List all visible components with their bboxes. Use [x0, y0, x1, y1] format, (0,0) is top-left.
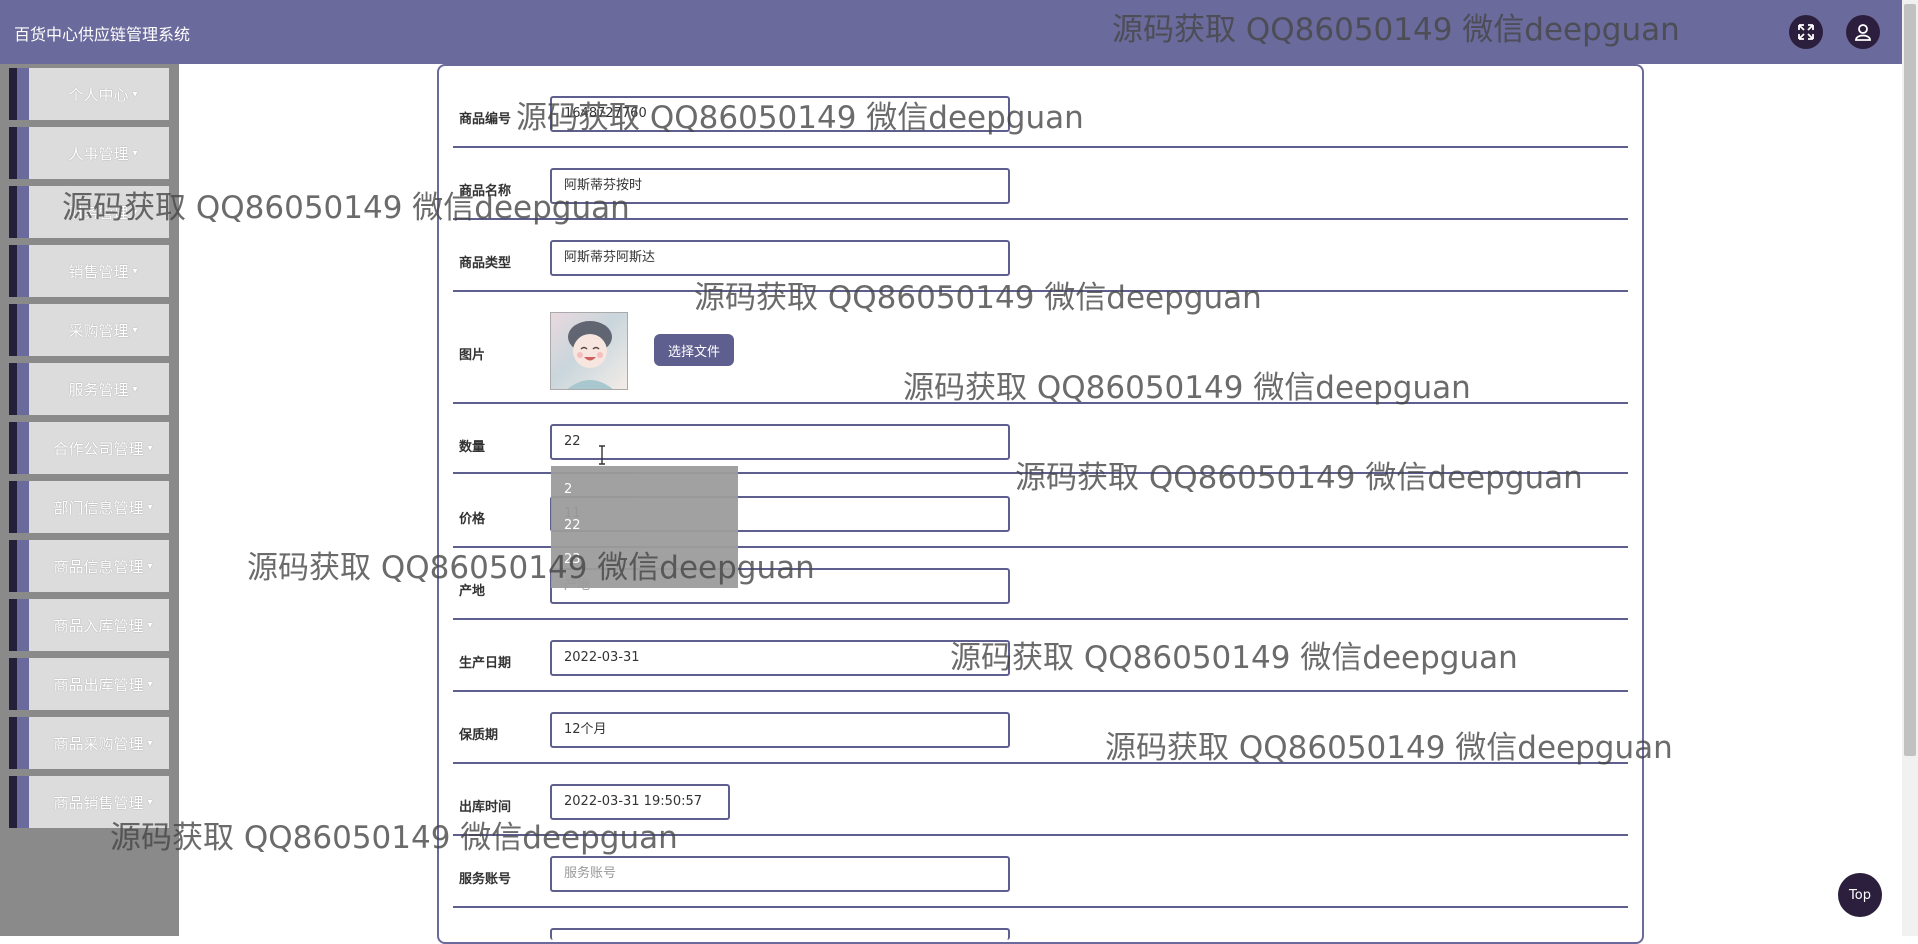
choose-file-button[interactable]: 选择文件	[654, 334, 734, 366]
sidebar-item-label: 商品销售管理	[53, 793, 144, 812]
autocomplete-option[interactable]: 22	[564, 518, 581, 533]
sidebar-item-label: 人事管理	[68, 144, 129, 163]
sidebar-item-sales[interactable]: 销售管理 ▾	[9, 245, 169, 297]
page-scrollbar[interactable]	[1902, 0, 1918, 936]
quantity-input[interactable]: 22	[550, 424, 1010, 460]
caret-down-icon: ▾	[132, 265, 138, 277]
field-label: 出库时间	[459, 800, 512, 815]
sidebar-item-label: 财务管理	[68, 203, 129, 222]
sidebar-item-product-inbound[interactable]: 商品入库管理 ▾	[9, 599, 169, 651]
sidebar-item-department[interactable]: 部门信息管理 ▾	[9, 481, 169, 533]
text-cursor-icon	[599, 445, 605, 465]
field-label: 保质期	[459, 728, 499, 743]
user-icon[interactable]	[1846, 15, 1880, 49]
caret-down-icon: ▾	[132, 383, 138, 395]
sidebar-item-product-info[interactable]: 商品信息管理 ▾	[9, 540, 169, 592]
product-image-thumbnail	[550, 312, 628, 390]
caret-down-icon: ▾	[132, 324, 138, 336]
sidebar-item-personal-center[interactable]: 个人中心 ▾	[9, 68, 169, 120]
sidebar-item-label: 合作公司管理	[53, 439, 144, 458]
sidebar-item-purchase[interactable]: 采购管理 ▾	[9, 304, 169, 356]
caret-down-icon: ▾	[147, 737, 153, 749]
outbound-time-input[interactable]: 2022-03-31 19:50:57	[550, 784, 730, 820]
next-field-input[interactable]	[550, 928, 1010, 940]
field-label: 图片	[459, 348, 486, 363]
field-label: 服务账号	[459, 872, 512, 887]
caret-down-icon: ▾	[132, 147, 138, 159]
top-header: 百货中心供应链管理系统	[0, 0, 1902, 64]
sidebar-item-partner[interactable]: 合作公司管理 ▾	[9, 422, 169, 474]
form-row-production-date: 生产日期 2022-03-31	[453, 640, 1628, 692]
form-row-shelf-life: 保质期 12个月	[453, 712, 1628, 764]
sidebar-item-finance[interactable]: 财务管理 ▾	[9, 186, 169, 238]
form-row-product-type: 商品类型 阿斯蒂芬阿斯达	[453, 240, 1628, 292]
sidebar: 个人中心 ▾ 人事管理 ▾ 财务管理 ▾ 销售管理 ▾ 采购管理 ▾ 服务管理 ▾ 合作公司…	[0, 64, 179, 936]
sidebar-item-hr[interactable]: 人事管理 ▾	[9, 127, 169, 179]
autocomplete-dropdown: 2 22 23	[551, 466, 738, 588]
back-to-top-button[interactable]: Top	[1838, 873, 1882, 917]
product-type-input[interactable]: 阿斯蒂芬阿斯达	[550, 240, 1010, 276]
caret-down-icon: ▾	[147, 442, 153, 454]
sidebar-item-label: 商品入库管理	[53, 616, 144, 635]
field-label: 商品名称	[459, 184, 512, 199]
sidebar-item-label: 商品采购管理	[53, 734, 144, 753]
sidebar-item-label: 个人中心	[68, 85, 129, 104]
field-label: 数量	[459, 440, 486, 455]
product-code-input[interactable]: 1648727760	[550, 96, 1010, 132]
autocomplete-option[interactable]: 23	[564, 552, 581, 567]
caret-down-icon: ▾	[147, 501, 153, 513]
sidebar-item-product-outbound[interactable]: 商品出库管理 ▾	[9, 658, 169, 710]
sidebar-item-label: 销售管理	[68, 262, 129, 281]
field-label: 生产日期	[459, 656, 512, 671]
sidebar-item-label: 采购管理	[68, 321, 129, 340]
service-account-input[interactable]: 服务账号	[550, 856, 1010, 892]
form-row-service-account: 服务账号 服务账号	[453, 856, 1628, 908]
sidebar-item-product-purchase[interactable]: 商品采购管理 ▾	[9, 717, 169, 769]
sidebar-item-label: 服务管理	[68, 380, 129, 399]
caret-down-icon: ▾	[147, 560, 153, 572]
caret-down-icon: ▾	[147, 796, 153, 808]
autocomplete-option[interactable]: 2	[564, 482, 572, 497]
field-label: 商品编号	[459, 112, 512, 127]
fullscreen-icon[interactable]	[1789, 15, 1823, 49]
caret-down-icon: ▾	[132, 206, 138, 218]
product-name-input[interactable]: 阿斯蒂芬按时	[550, 168, 1010, 204]
shelf-life-input[interactable]: 12个月	[550, 712, 1010, 748]
scrollbar-thumb[interactable]	[1904, 4, 1916, 756]
form-row-image: 图片 选择文件	[453, 312, 1628, 404]
field-label: 价格	[459, 512, 486, 527]
form-row-product-code: 商品编号 1648727760	[453, 96, 1628, 148]
sidebar-item-service[interactable]: 服务管理 ▾	[9, 363, 169, 415]
caret-down-icon: ▾	[147, 619, 153, 631]
form-row-outbound-time: 出库时间 2022-03-31 19:50:57	[453, 784, 1628, 836]
field-label: 产地	[459, 584, 486, 599]
sidebar-item-product-sales[interactable]: 商品销售管理 ▾	[9, 776, 169, 828]
app-title: 百货中心供应链管理系统	[14, 25, 191, 44]
production-date-input[interactable]: 2022-03-31	[550, 640, 1010, 676]
sidebar-item-label: 商品信息管理	[53, 557, 144, 576]
form-row-product-name: 商品名称 阿斯蒂芬按时	[453, 168, 1628, 220]
caret-down-icon: ▾	[132, 88, 138, 100]
sidebar-item-label: 部门信息管理	[53, 498, 144, 517]
sidebar-item-label: 商品出库管理	[53, 675, 144, 694]
caret-down-icon: ▾	[147, 678, 153, 690]
field-label: 商品类型	[459, 256, 512, 271]
